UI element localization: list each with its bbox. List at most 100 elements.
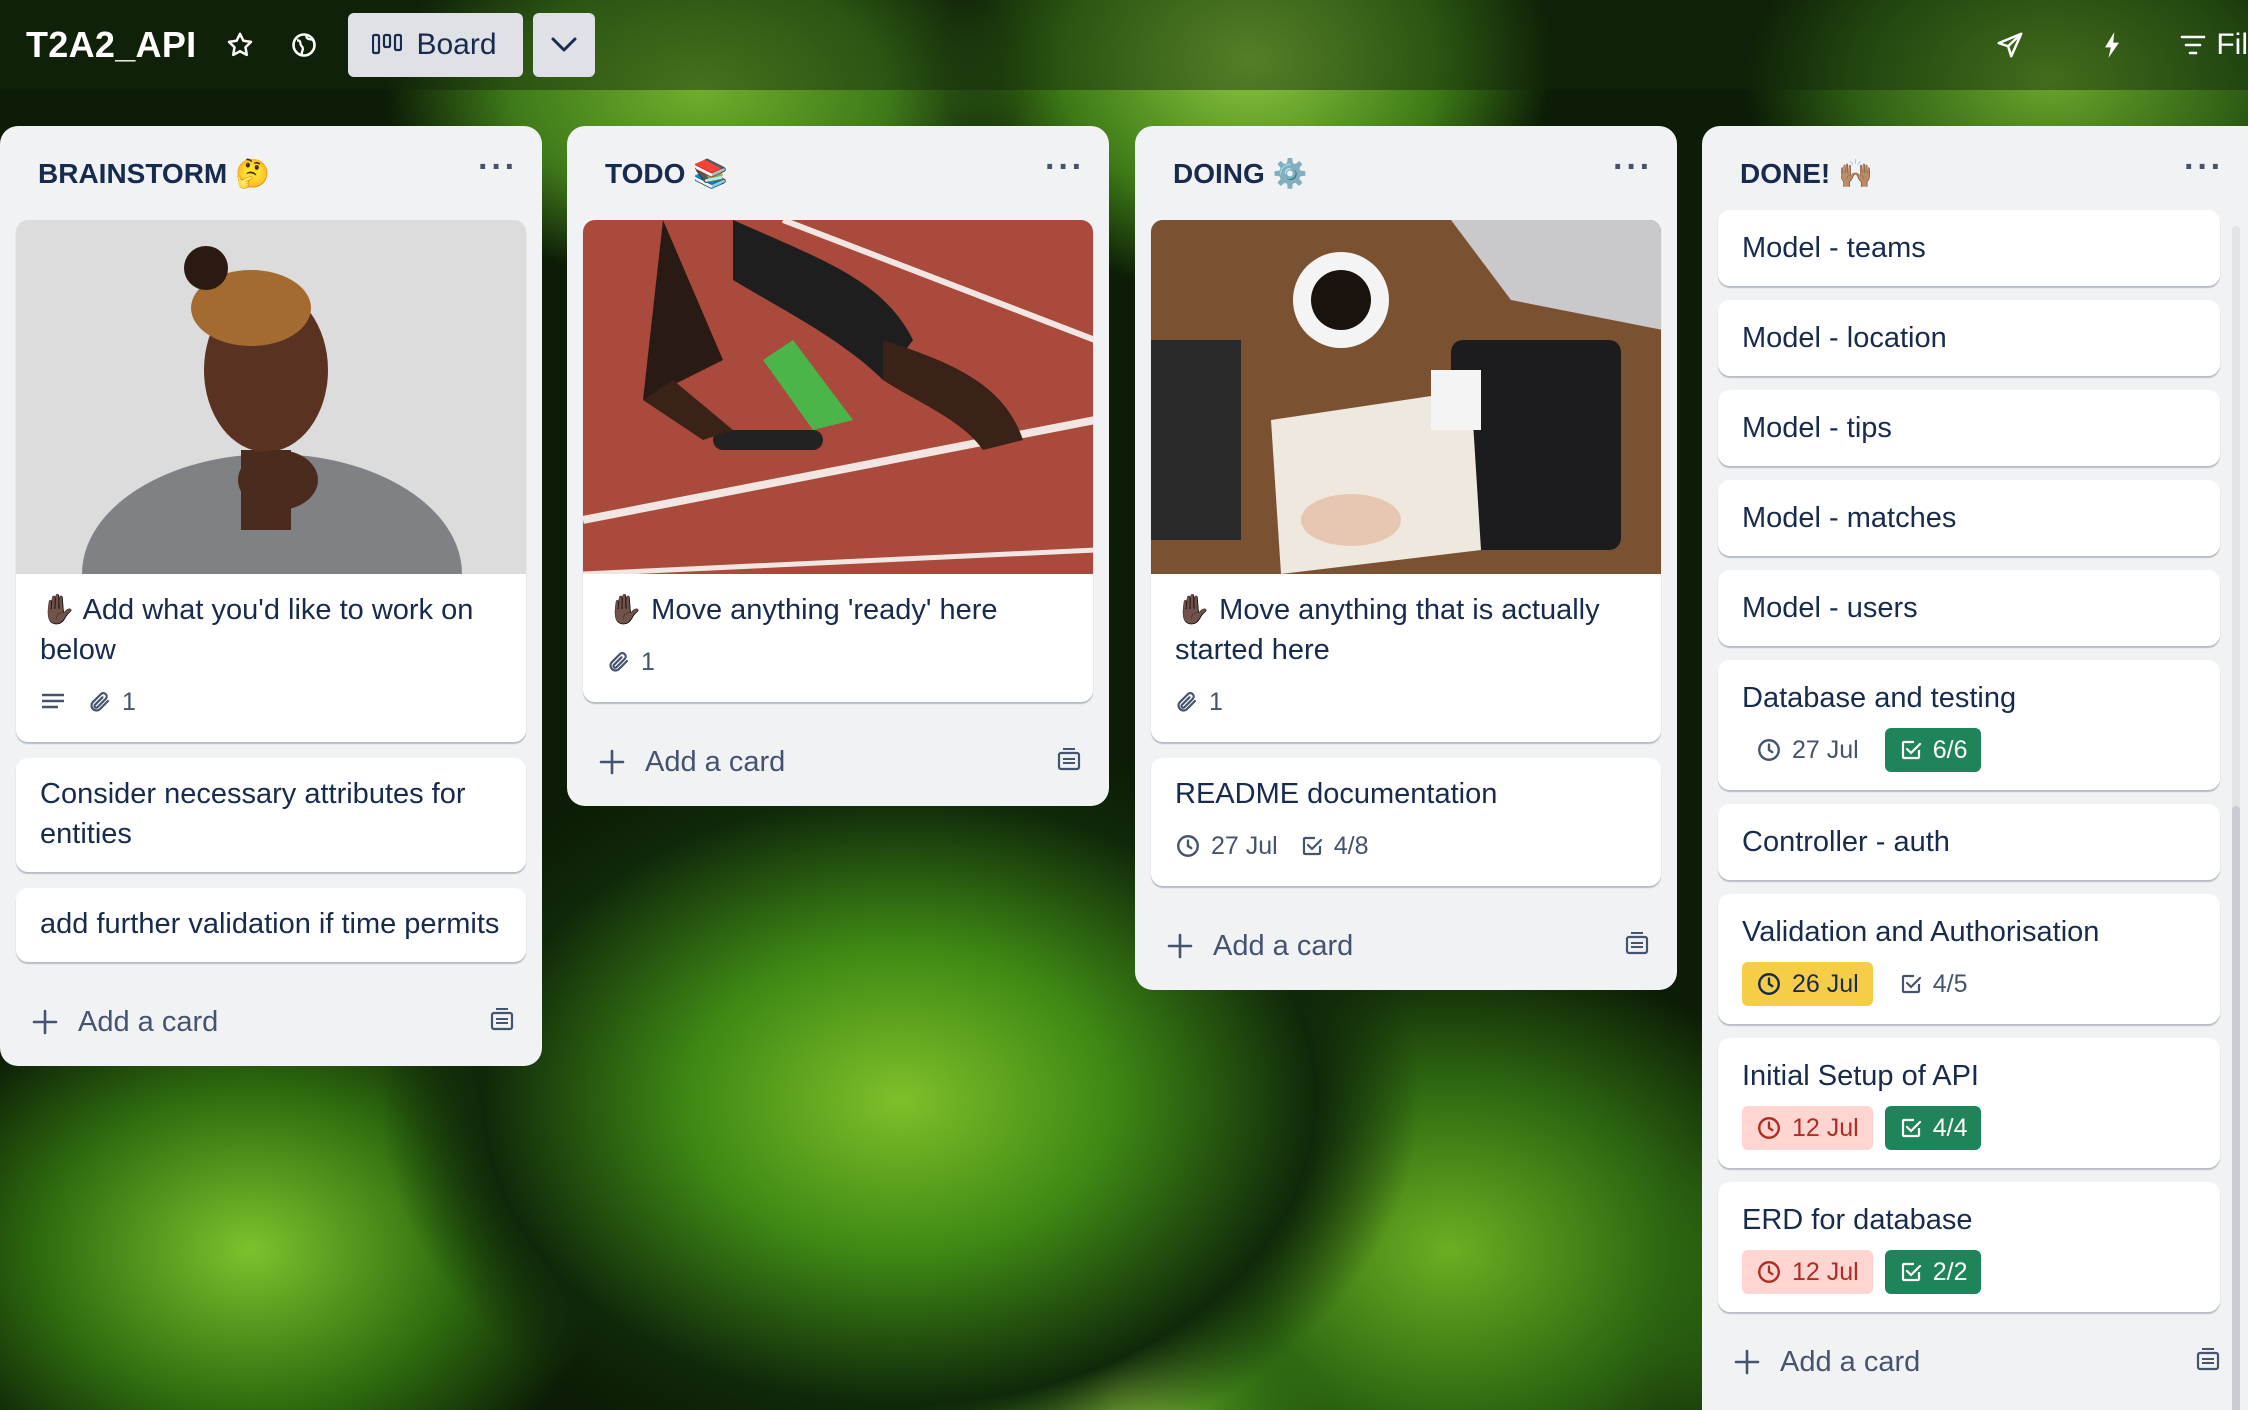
due-date-badge[interactable]: 27 Jul [1175, 824, 1278, 868]
globe-icon[interactable] [282, 23, 326, 67]
card-title: Consider necessary attributes for entiti… [40, 778, 466, 850]
list-header: BRAINSTORM 🤔 ··· [16, 126, 526, 220]
card-attributes[interactable]: Consider necessary attributes for entiti… [16, 758, 526, 872]
card-validation[interactable]: add further validation if time permits [16, 888, 526, 962]
due-date: 26 Jul [1792, 969, 1859, 998]
card-model-matches[interactable]: Model - matches [1718, 480, 2220, 556]
paperclip-icon [609, 652, 629, 672]
card-readme[interactable]: README documentation 27 Jul 4/8 [1151, 758, 1661, 886]
checklist-icon [1901, 1262, 1921, 1282]
attachment-count: 1 [641, 647, 655, 676]
card-validation-authorisation[interactable]: Validation and Authorisation 26 Jul 4/5 [1718, 894, 2220, 1024]
lightning-icon[interactable] [2090, 23, 2134, 67]
checklist-count: 2/2 [1932, 1257, 1968, 1286]
star-icon[interactable] [218, 23, 262, 67]
template-icon[interactable] [1055, 747, 1083, 778]
board-view-button[interactable]: Board [348, 13, 523, 77]
add-card-label: Add a card [78, 1005, 219, 1038]
checklist-icon [1901, 740, 1921, 760]
card-model-tips[interactable]: Model - tips [1718, 390, 2220, 466]
card-badges: 12 Jul 4/4 [1742, 1106, 2196, 1150]
list-doing[interactable]: DOING ⚙️ ··· ✋🏿 Move anything that is ac… [1135, 126, 1677, 990]
card-title: Initial Setup of API [1742, 1060, 1979, 1092]
due-date-badge[interactable]: 12 Jul [1742, 1106, 1873, 1150]
card-erd[interactable]: ERD for database 12 Jul 2/2 [1718, 1182, 2220, 1312]
paperclip-icon [90, 692, 110, 712]
checklist-icon [1901, 1118, 1921, 1138]
add-card-button[interactable]: Add a card [32, 1006, 218, 1039]
due-date-badge[interactable]: 12 Jul [1742, 1250, 1873, 1294]
due-date: 12 Jul [1792, 1113, 1859, 1142]
paperclip-icon [1177, 692, 1197, 712]
add-card-button[interactable]: Add a card [1734, 1346, 1920, 1379]
add-card-button[interactable]: Add a card [1167, 930, 1353, 963]
card-model-location[interactable]: Model - location [1718, 300, 2220, 376]
add-card-label: Add a card [1213, 929, 1354, 962]
template-icon[interactable] [1623, 931, 1651, 962]
card-todo-intro[interactable]: ✋🏿 Move anything 'ready' here 1 [583, 220, 1093, 702]
plus-icon [1734, 1349, 1760, 1375]
checklist-badge: 4/8 [1300, 824, 1369, 868]
board-view-icon [372, 33, 403, 55]
attachment-count: 1 [122, 687, 136, 716]
done-card-list: Model - teams Model - location Model - t… [1718, 210, 2232, 1312]
plus-icon [32, 1009, 58, 1035]
attachment-count: 1 [1209, 687, 1223, 716]
attachments-badge: 1 [1175, 680, 1223, 724]
list-brainstorm[interactable]: BRAINSTORM 🤔 ··· ✋🏿 Add what you'd like … [0, 126, 542, 1066]
list-title[interactable]: BRAINSTORM 🤔 [38, 157, 270, 190]
scrollbar-thumb[interactable] [2232, 806, 2240, 1410]
checklist-count: 4/8 [1333, 831, 1369, 860]
more-icon[interactable]: ··· [1613, 148, 1653, 187]
card-initial-setup[interactable]: Initial Setup of API 12 Jul 4/4 [1718, 1038, 2220, 1168]
clock-icon [1758, 739, 1780, 761]
board-title[interactable]: T2A2_API [26, 24, 196, 66]
list-done[interactable]: DONE! 🙌🏽 ··· Model - teams Model - locat… [1702, 126, 2248, 1410]
checklist-count: 6/6 [1932, 735, 1968, 764]
more-icon[interactable]: ··· [1045, 148, 1085, 187]
checklist-badge: 4/5 [1885, 962, 1982, 1006]
checklist-icon [1901, 974, 1921, 994]
card-badges: 1 [40, 680, 502, 724]
more-icon[interactable]: ··· [478, 148, 518, 187]
add-card-label: Add a card [1780, 1345, 1921, 1378]
card-title: ✋🏿 Add what you'd like to work on below [40, 594, 474, 666]
due-date-badge[interactable]: 26 Jul [1742, 962, 1873, 1006]
card-database-testing[interactable]: Database and testing 27 Jul 6/6 [1718, 660, 2220, 790]
card-doing-intro[interactable]: ✋🏿 Move anything that is actually starte… [1151, 220, 1661, 742]
list-todo[interactable]: TODO 📚 ··· ✋🏿 Move anything 'ready' here [567, 126, 1109, 806]
list-header: DONE! 🙌🏽 ··· [1718, 126, 2232, 220]
more-icon[interactable]: ··· [2184, 148, 2224, 187]
board-header: T2A2_API Board Fil [0, 0, 2248, 90]
card-model-teams[interactable]: Model - teams [1718, 210, 2220, 286]
card-title: Model - users [1742, 592, 1918, 624]
card-cover-image [583, 220, 1093, 577]
add-card-row: Add a card [583, 718, 1093, 806]
view-switcher-button[interactable] [532, 13, 595, 77]
template-icon[interactable] [2194, 1347, 2222, 1378]
share-icon[interactable] [1988, 23, 2032, 67]
card-title: Model - tips [1742, 412, 1892, 444]
filter-label: Fil [2216, 28, 2248, 61]
filter-button[interactable]: Fil [2180, 28, 2248, 62]
plus-icon [599, 749, 625, 775]
card-brainstorm-intro[interactable]: ✋🏿 Add what you'd like to work on below … [16, 220, 526, 742]
list-title[interactable]: TODO 📚 [605, 157, 728, 190]
due-date-badge[interactable]: 27 Jul [1742, 728, 1873, 772]
card-model-users[interactable]: Model - users [1718, 570, 2220, 646]
add-card-button[interactable]: Add a card [599, 746, 785, 779]
card-controller-auth[interactable]: Controller - auth [1718, 804, 2220, 880]
card-badges: 27 Jul 6/6 [1742, 728, 2196, 772]
list-title[interactable]: DOING ⚙️ [1173, 157, 1307, 190]
card-title: Model - matches [1742, 502, 1957, 534]
checklist-badge: 2/2 [1884, 1250, 1982, 1294]
plus-icon [1167, 933, 1193, 959]
clock-icon [1758, 1261, 1780, 1283]
clock-icon [1758, 973, 1780, 995]
list-title[interactable]: DONE! 🙌🏽 [1740, 157, 1873, 190]
template-icon[interactable] [488, 1007, 516, 1038]
checklist-icon [1302, 836, 1322, 856]
card-badges: 1 [1175, 680, 1637, 724]
card-badges: 27 Jul 4/8 [1175, 824, 1637, 868]
board-view-label: Board [416, 28, 497, 61]
